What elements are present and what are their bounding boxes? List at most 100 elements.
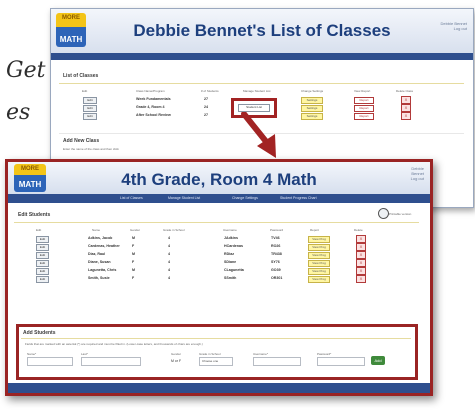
col-header-password: Password	[270, 228, 284, 232]
col-header-grade: Grade in School	[163, 228, 185, 232]
col-header-students: # of Students	[201, 89, 219, 93]
report-button[interactable]: Report	[354, 105, 374, 112]
class-detail-header: MORE MATH 4th Grade, Room 4 Math Debbie …	[8, 162, 430, 195]
grade-label: Grade in School	[199, 352, 221, 356]
student-count: 27	[204, 97, 208, 101]
edit-student-button[interactable]: Edit	[36, 252, 49, 259]
password-label: Password*	[317, 352, 332, 356]
printer-icon[interactable]	[378, 208, 389, 219]
first-name-input[interactable]	[27, 357, 73, 366]
edit-class-button[interactable]: Edit	[83, 97, 97, 104]
settings-button[interactable]: Settings	[301, 113, 323, 120]
add-class-section-title: Add New Class	[63, 138, 100, 144]
username-label: Username*	[253, 352, 269, 356]
user-info: Debbie Bennet Log out	[411, 166, 424, 181]
nav-item-settings[interactable]: Change Settings	[232, 196, 258, 200]
student-username: SDiane	[224, 260, 237, 264]
add-student-button[interactable]: Add	[371, 356, 385, 365]
grade-select[interactable]: Choose one	[199, 357, 233, 366]
footer-bar	[8, 383, 430, 393]
class-name: Week Fundamentals	[136, 97, 171, 101]
edit-class-button[interactable]: Edit	[83, 113, 97, 120]
delete-student-button[interactable]: X	[356, 259, 366, 267]
student-username: RDiaz	[224, 252, 234, 256]
view-progress-button[interactable]: View Prog	[308, 276, 330, 283]
nav-item-class-list[interactable]: List of Classes	[120, 196, 143, 200]
username-input[interactable]	[253, 357, 301, 366]
edit-student-button[interactable]: Edit	[36, 276, 49, 283]
student-name: Cardenas, Heather	[88, 244, 120, 248]
view-progress-button[interactable]: View Prog	[308, 268, 330, 275]
student-grade: 4	[168, 244, 170, 248]
edit-class-button[interactable]: Edit	[83, 105, 97, 112]
settings-button[interactable]: Settings	[301, 105, 323, 112]
student-grade: 4	[168, 260, 170, 264]
nav-bar	[51, 53, 473, 60]
class-name: Grade 4, Room 4	[136, 105, 165, 109]
edit-student-button[interactable]: Edit	[36, 268, 49, 275]
student-name: Lagunetta, Chris	[88, 268, 117, 272]
table-row: Edit Adkins, Jacob M 4 JAdkins TV46 View…	[8, 235, 430, 243]
report-button[interactable]: Report	[354, 97, 374, 104]
col-header-gender: Gender	[130, 228, 141, 232]
delete-class-button[interactable]: X	[401, 96, 411, 104]
delete-student-button[interactable]: X	[356, 275, 366, 283]
nav-bar: List of Classes Manage Student List Chan…	[8, 194, 430, 203]
divider	[59, 83, 464, 84]
table-row: Edit Lagunetta, Chris M 4 CLagunetta GO3…	[8, 267, 430, 275]
delete-class-button[interactable]: X	[401, 104, 411, 112]
printable-version-link[interactable]: Printable version	[389, 212, 411, 216]
password-input[interactable]	[317, 357, 365, 366]
edit-student-button[interactable]: Edit	[36, 260, 49, 267]
view-progress-button[interactable]: View Prog	[308, 244, 330, 251]
class-name: After School Review	[136, 113, 171, 117]
divider	[14, 222, 419, 223]
page-title: Debbie Bennet's List of Classes	[133, 21, 391, 40]
student-name: Diane, Susan	[88, 260, 111, 264]
student-username: CLagunetta	[224, 268, 244, 272]
add-class-hint: Enter the name of the class and then cli…	[63, 147, 119, 151]
student-grade: 4	[168, 276, 170, 280]
nav-item-student-list[interactable]: Manage Student List	[168, 196, 200, 200]
student-grade: 4	[168, 268, 170, 272]
table-row: Edit Cardenas, Heather F 4 HCardenas RO2…	[8, 243, 430, 251]
student-gender: M	[132, 236, 135, 240]
col-header-delete: Delete Class	[396, 89, 414, 93]
class-list-header: MORE MATH Debbie Bennet's List of Classe…	[51, 9, 473, 54]
col-header-username: Username	[223, 228, 237, 232]
gender-radio[interactable]: M or F	[171, 359, 181, 363]
delete-student-button[interactable]: X	[356, 243, 366, 251]
delete-student-button[interactable]: X	[356, 267, 366, 275]
settings-button[interactable]: Settings	[301, 97, 323, 104]
table-row: Edit Diaz, Raul M 4 RDiaz TR438 View Pro…	[8, 251, 430, 259]
divider	[21, 338, 411, 339]
nav-item-progress-chart[interactable]: Student Progress Chart	[280, 196, 317, 200]
student-username: SSmith	[224, 276, 237, 280]
col-header-report: View Report	[354, 89, 371, 93]
col-header-class-name: Class Name/Program	[136, 89, 165, 93]
table-row: Edit Smith, Susie F 4 SSmith OR301 View …	[8, 275, 430, 283]
student-name: Adkins, Jacob	[88, 236, 113, 240]
student-username: JAdkins	[224, 236, 238, 240]
delete-class-button[interactable]: X	[401, 112, 411, 120]
edit-student-button[interactable]: Edit	[36, 244, 49, 251]
report-button[interactable]: Report	[354, 113, 374, 120]
logout-link[interactable]: Log out	[441, 26, 467, 31]
col-header-name: Name	[92, 228, 101, 232]
edit-student-button[interactable]: Edit	[36, 236, 49, 243]
student-count: 27	[204, 113, 208, 117]
student-grade: 4	[168, 236, 170, 240]
student-grade: 4	[168, 252, 170, 256]
last-name-label: Last*	[81, 352, 88, 356]
edit-students-title: Edit Students	[18, 212, 51, 218]
student-name: Smith, Susie	[88, 276, 110, 280]
view-progress-button[interactable]: View Prog	[308, 252, 330, 259]
view-progress-button[interactable]: View Prog	[308, 260, 330, 267]
last-name-input[interactable]	[81, 357, 141, 366]
background-text-fragment-1: Get	[6, 58, 46, 83]
logout-link[interactable]: Log out	[411, 176, 424, 181]
view-progress-button[interactable]: View Prog	[308, 236, 330, 243]
delete-student-button[interactable]: X	[356, 235, 366, 243]
delete-student-button[interactable]: X	[356, 251, 366, 259]
student-username: HCardenas	[224, 244, 243, 248]
